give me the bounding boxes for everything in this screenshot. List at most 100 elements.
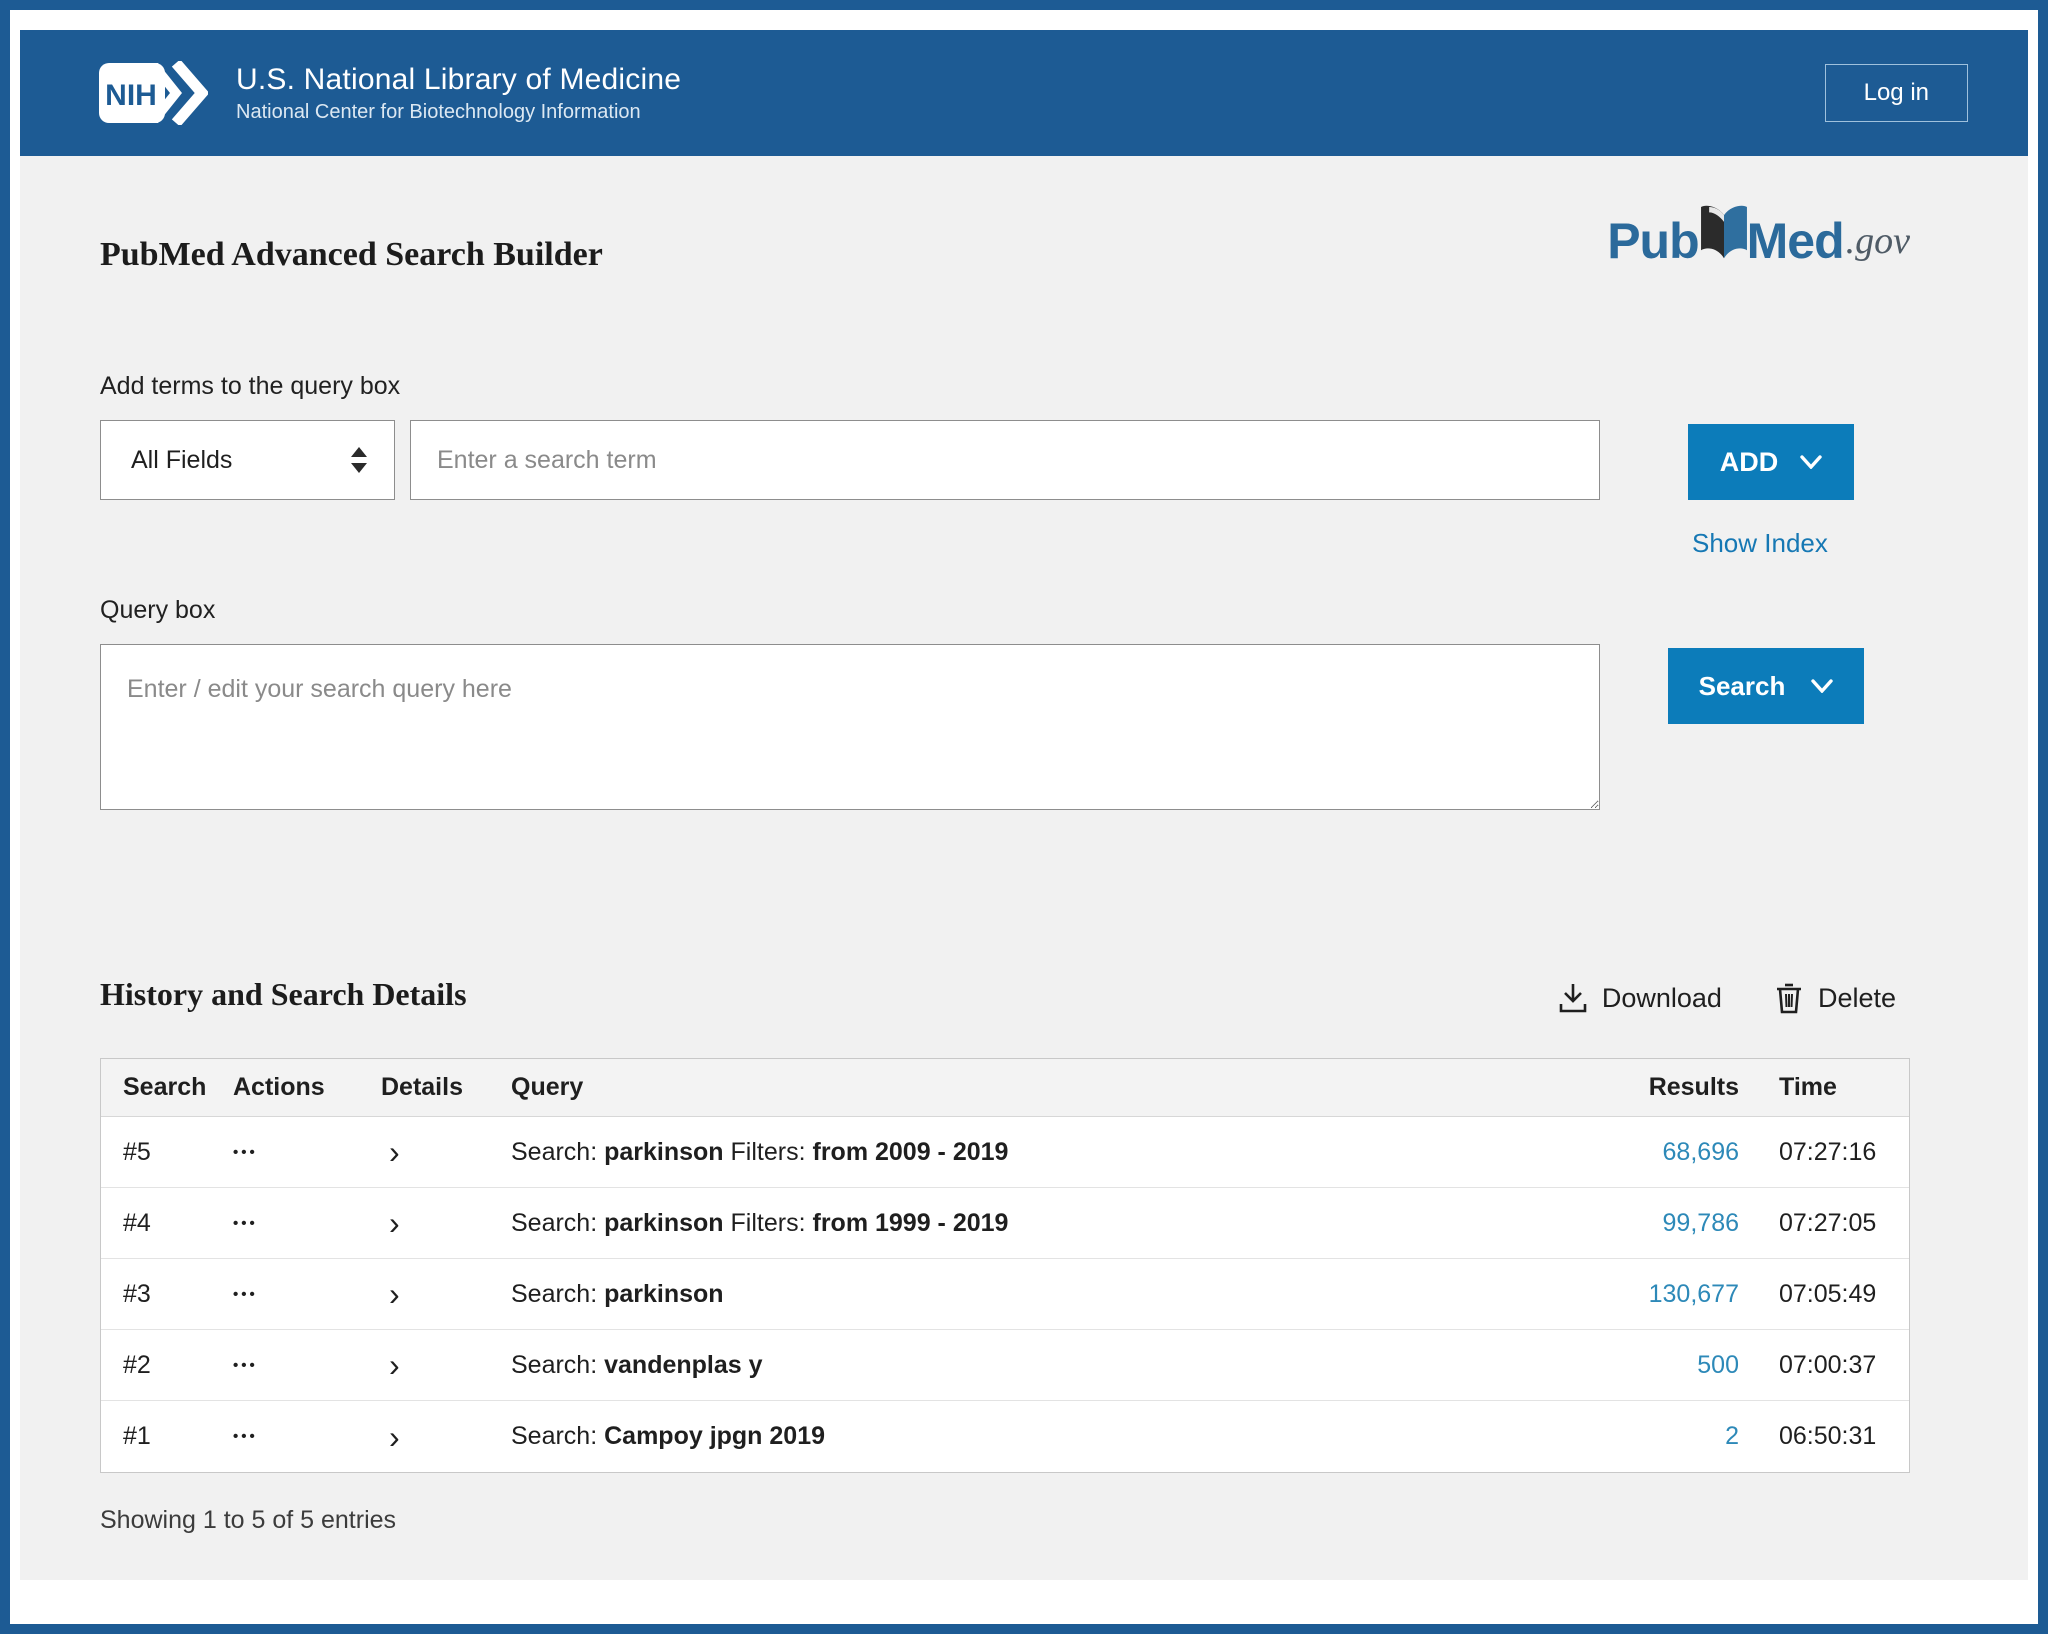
row-details-expander[interactable]: › [381, 1421, 511, 1453]
query-box-textarea[interactable] [100, 644, 1600, 810]
all-fields-select[interactable]: All Fields [100, 420, 395, 500]
table-row: #5•••›Search: parkinson Filters: from 20… [101, 1117, 1909, 1188]
query-prefix: Search: [511, 1138, 604, 1166]
row-results-cell: 130,677 [1529, 1280, 1739, 1309]
row-details-cell: › [381, 1349, 511, 1381]
column-header-query: Query [511, 1073, 1529, 1102]
row-search-number: #4 [101, 1209, 233, 1238]
row-time: 07:27:05 [1739, 1209, 1909, 1238]
row-actions-menu[interactable]: ••• [233, 1215, 381, 1232]
row-query: Search: vandenplas y [511, 1351, 1529, 1380]
row-actions-menu[interactable]: ••• [233, 1428, 381, 1445]
search-button-label: Search [1699, 671, 1786, 702]
search-button[interactable]: Search [1668, 648, 1864, 724]
chevron-down-icon [1800, 455, 1822, 469]
pubmed-logo-med: Med [1747, 212, 1844, 270]
row-actions-menu[interactable]: ••• [233, 1357, 381, 1374]
query-prefix: Search: [511, 1351, 604, 1379]
chevron-down-icon [1811, 679, 1833, 693]
row-time: 07:27:16 [1739, 1138, 1909, 1167]
row-results-cell: 500 [1529, 1351, 1739, 1380]
row-details-cell: › [381, 1421, 511, 1453]
column-header-details: Details [381, 1073, 511, 1102]
column-header-time: Time [1739, 1073, 1909, 1102]
row-time: 06:50:31 [1739, 1422, 1909, 1451]
nih-logo-icon[interactable]: NIH [98, 61, 208, 125]
filters-value: from 1999 - 2019 [813, 1209, 1009, 1237]
row-actions-cell: ••• [233, 1215, 381, 1232]
row-actions-menu[interactable]: ••• [233, 1144, 381, 1161]
add-button-label: ADD [1720, 447, 1779, 478]
query-prefix: Search: [511, 1209, 604, 1237]
delete-label: Delete [1818, 983, 1896, 1014]
row-results-link[interactable]: 68,696 [1663, 1138, 1739, 1166]
row-details-cell: › [381, 1207, 511, 1239]
query-box-label: Query box [100, 596, 215, 625]
row-time: 07:05:49 [1739, 1280, 1909, 1309]
download-label: Download [1602, 983, 1722, 1014]
filters-label: Filters: [724, 1138, 813, 1166]
download-icon [1558, 982, 1588, 1014]
query-term: parkinson [604, 1209, 723, 1237]
row-results-link[interactable]: 2 [1725, 1422, 1739, 1450]
org-subtitle: National Center for Biotechnology Inform… [236, 101, 1825, 124]
row-results-cell: 99,786 [1529, 1209, 1739, 1238]
column-header-results: Results [1529, 1073, 1739, 1102]
top-header-bar: NIH U.S. National Library of Medicine Na… [20, 30, 2028, 156]
row-results-link[interactable]: 130,677 [1649, 1280, 1739, 1308]
history-actions: Download Delete [1558, 982, 1896, 1014]
page-content: PubMed Advanced Search Builder Pub Med .… [20, 156, 2028, 1580]
row-details-cell: › [381, 1136, 511, 1168]
row-actions-cell: ••• [233, 1357, 381, 1374]
row-search-number: #1 [101, 1422, 233, 1451]
row-query: Search: parkinson [511, 1280, 1529, 1309]
row-actions-cell: ••• [233, 1144, 381, 1161]
query-prefix: Search: [511, 1280, 604, 1308]
table-row: #1•••›Search: Campoy jpgn 2019206:50:31 [101, 1401, 1909, 1472]
table-header-row: Search Actions Details Query Results Tim… [101, 1059, 1909, 1117]
header-titles: U.S. National Library of Medicine Nation… [236, 63, 1825, 124]
row-actions-cell: ••• [233, 1286, 381, 1303]
table-row: #3•••›Search: parkinson 130,67707:05:49 [101, 1259, 1909, 1330]
page-title: PubMed Advanced Search Builder [100, 236, 603, 274]
query-term: vandenplas y [604, 1351, 762, 1379]
row-actions-menu[interactable]: ••• [233, 1286, 381, 1303]
row-details-expander[interactable]: › [381, 1349, 511, 1381]
table-body: #5•••›Search: parkinson Filters: from 20… [101, 1117, 1909, 1472]
column-header-actions: Actions [233, 1073, 381, 1102]
column-header-search: Search [101, 1073, 233, 1102]
query-term: Campoy jpgn 2019 [604, 1422, 825, 1450]
add-terms-label: Add terms to the query box [100, 372, 400, 401]
table-row: #2•••›Search: vandenplas y 50007:00:37 [101, 1330, 1909, 1401]
row-details-expander[interactable]: › [381, 1278, 511, 1310]
all-fields-selected-value: All Fields [131, 446, 232, 475]
org-title: U.S. National Library of Medicine [236, 63, 1825, 97]
query-term: parkinson [604, 1280, 723, 1308]
row-time: 07:00:37 [1739, 1351, 1909, 1380]
row-results-link[interactable]: 99,786 [1663, 1209, 1739, 1237]
search-term-input[interactable] [410, 420, 1600, 500]
history-section-title: History and Search Details [100, 976, 467, 1013]
row-results-link[interactable]: 500 [1697, 1351, 1739, 1379]
select-updown-icon [350, 447, 368, 473]
delete-button[interactable]: Delete [1774, 982, 1896, 1014]
row-search-number: #5 [101, 1138, 233, 1167]
show-index-link[interactable]: Show Index [1692, 528, 1828, 559]
row-search-number: #2 [101, 1351, 233, 1380]
history-table: Search Actions Details Query Results Tim… [100, 1058, 1910, 1473]
filters-value: from 2009 - 2019 [813, 1138, 1009, 1166]
open-book-icon [1697, 203, 1751, 265]
query-term: parkinson [604, 1138, 723, 1166]
pubmed-logo-gov: .gov [1846, 219, 1910, 263]
row-details-expander[interactable]: › [381, 1207, 511, 1239]
row-query: Search: parkinson Filters: from 2009 - 2… [511, 1138, 1529, 1167]
download-button[interactable]: Download [1558, 982, 1722, 1014]
pubmed-logo-pub: Pub [1607, 212, 1698, 270]
row-search-number: #3 [101, 1280, 233, 1309]
add-button[interactable]: ADD [1688, 424, 1854, 500]
pubmed-gov-logo[interactable]: Pub Med .gov [1607, 212, 1910, 270]
row-results-cell: 68,696 [1529, 1138, 1739, 1167]
row-details-expander[interactable]: › [381, 1136, 511, 1168]
table-row: #4•••›Search: parkinson Filters: from 19… [101, 1188, 1909, 1259]
login-button[interactable]: Log in [1825, 64, 1968, 122]
